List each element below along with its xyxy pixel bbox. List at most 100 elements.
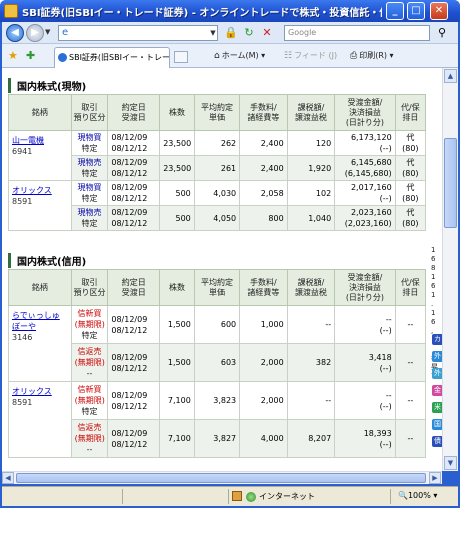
column-header: 受渡金額/決済損益 (日計り分): [334, 94, 396, 131]
stock-name-cell: オリックス 8591: [8, 381, 72, 458]
fee-cell: 2,400: [239, 130, 288, 156]
quantity-cell: 7,100: [159, 419, 195, 458]
status-bar: インターネット 🔍100% ▾: [2, 486, 458, 506]
column-header: 平均約定 単価: [193, 94, 241, 131]
page-icon: e: [62, 27, 69, 38]
refresh-icon[interactable]: ↻: [242, 26, 256, 40]
fee-cell: 4,000: [239, 419, 288, 458]
horizontal-scroll-thumb[interactable]: [16, 473, 426, 483]
trade-type: 現物買: [77, 183, 102, 192]
trade-type-cell: 現物売 特定: [70, 205, 109, 231]
side-button-3[interactable]: 外: [432, 368, 442, 379]
column-header: 銘柄: [8, 94, 72, 131]
stock-link[interactable]: オリックス: [12, 387, 52, 396]
column-header: 銘柄: [8, 269, 72, 306]
scroll-up-icon[interactable]: ▲: [444, 69, 457, 83]
tax-cell: 1,920: [286, 155, 336, 181]
custody-type: 特定: [81, 407, 98, 416]
side-button-4[interactable]: 金: [432, 385, 442, 396]
shinyou-section-title: 国内株式(信用): [8, 253, 86, 268]
side-button-2[interactable]: 外: [432, 351, 442, 362]
trade-type: 信返売: [77, 423, 102, 432]
print-icon: ⎙: [350, 51, 358, 61]
side-button-1[interactable]: カ: [432, 334, 442, 345]
deadline-cell: --: [394, 419, 427, 458]
stock-name-cell: らでぃっしゅぼーや 3146: [8, 305, 72, 382]
stock-code: 3146: [12, 333, 33, 342]
dates-cell: 08/12/09 08/12/12: [107, 155, 161, 181]
table-row: 信返売 (無期限) -- 08/12/09 08/12/12 7,100 3,827 4,00…: [9, 419, 427, 458]
lock-icon[interactable]: 🔒: [224, 26, 238, 40]
trade-type: 信新買: [77, 385, 102, 394]
scroll-right-icon[interactable]: ▶: [429, 472, 441, 484]
trade-type-cell: 信返売 (無期限) --: [70, 419, 109, 458]
search-icon[interactable]: ⚲: [434, 25, 450, 41]
fee-cell: 2,058: [239, 180, 288, 206]
stock-link[interactable]: 山一電機: [12, 136, 44, 145]
custody-type: 特定: [81, 194, 98, 203]
trade-type: 信返売: [77, 347, 102, 356]
address-toolbar: ◀ ▶ ▼ e ▼ 🔒 ↻ ✕ Google ⚲: [2, 22, 458, 44]
close-button[interactable]: ✕: [430, 2, 448, 20]
fee-cell: 2,000: [239, 381, 288, 420]
dates-cell: 08/12/09 08/12/12: [107, 381, 161, 420]
scroll-left-icon[interactable]: ◀: [2, 472, 14, 484]
amount-cell: 3,418 (--): [334, 343, 396, 382]
price-cell: 600: [193, 305, 241, 344]
favorites-star-icon[interactable]: ★: [8, 49, 18, 62]
vertical-scroll-thumb[interactable]: [444, 138, 457, 228]
history-dropdown-icon[interactable]: ▼: [45, 28, 50, 36]
dates-cell: 08/12/09 08/12/12: [107, 130, 161, 156]
table-row: 山一電機 6941 現物買 特定 08/12/09 08/12/12 23,500 262 2,…: [8, 130, 427, 181]
amount-cell: 6,173,120 (--): [334, 130, 396, 156]
minimize-button[interactable]: _: [386, 2, 404, 20]
price-cell: 603: [193, 343, 241, 382]
print-button[interactable]: ⎙ 印刷(R) ▾: [350, 50, 394, 61]
deadline-cell: 代 (80): [394, 155, 427, 181]
side-button-5[interactable]: 米: [432, 402, 442, 413]
tax-cell: 1,040: [286, 205, 336, 231]
stock-link[interactable]: らでぃっしゅぼーや: [12, 311, 60, 331]
address-dropdown-icon[interactable]: ▼: [207, 25, 219, 41]
column-header: 約定日 受渡日: [107, 94, 161, 131]
stock-code: 8591: [12, 398, 33, 407]
column-header: 受渡金額/決済損益 (日計り分): [334, 269, 396, 306]
add-favorite-icon[interactable]: ✚: [26, 49, 35, 62]
side-button-6[interactable]: 国: [432, 419, 442, 430]
trade-type: 現物買: [77, 133, 102, 142]
side-button-7[interactable]: 債: [432, 436, 442, 447]
vertical-scrollbar[interactable]: ▲ ▼: [442, 68, 458, 471]
column-header: 取引 預り区分: [70, 269, 109, 306]
back-arrow-icon[interactable]: ◀: [6, 24, 24, 42]
scroll-down-icon[interactable]: ▼: [444, 456, 457, 470]
search-input[interactable]: Google: [284, 25, 430, 41]
tab-sbi[interactable]: SBI証券(旧SBIイー・トレー...: [54, 47, 170, 68]
feed-button[interactable]: ☷ フィード (J): [284, 50, 337, 61]
tab-toolbar: ★ ✚ SBI証券(旧SBIイー・トレー... ⌂ ホーム(M) ▾ ☷ フィード …: [2, 44, 458, 68]
custody-type: (無期限): [74, 320, 105, 329]
dates-cell: 08/12/09 08/12/12: [107, 180, 161, 206]
quantity-cell: 23,500: [159, 130, 195, 156]
zoom-level[interactable]: 🔍100% ▾: [398, 491, 437, 500]
fee-cell: 2,400: [239, 155, 288, 181]
horizontal-scrollbar[interactable]: ◀ ▶: [2, 471, 442, 484]
address-input[interactable]: e: [58, 25, 218, 41]
deadline-cell: --: [394, 305, 427, 344]
new-tab-button[interactable]: [174, 51, 188, 63]
price-cell: 3,823: [193, 381, 241, 420]
tab-favicon-icon: [58, 53, 67, 62]
quantity-cell: 1,500: [159, 305, 195, 344]
custody-type: --: [86, 445, 93, 454]
home-button[interactable]: ⌂ ホーム(M) ▾: [214, 50, 265, 61]
stop-icon[interactable]: ✕: [260, 26, 274, 40]
dates-cell: 08/12/09 08/12/12: [107, 305, 161, 344]
dates-cell: 08/12/09 08/12/12: [107, 419, 161, 458]
maximize-button[interactable]: □: [407, 2, 425, 20]
stock-link[interactable]: オリックス: [12, 186, 52, 195]
tax-cell: 120: [286, 130, 336, 156]
table-row: らでぃっしゅぼーや 3146 信新買 (無期限) 特定 08/12/09 08/12/12 1…: [8, 305, 427, 382]
forward-arrow-icon[interactable]: ▶: [26, 24, 44, 42]
fee-cell: 1,000: [239, 305, 288, 344]
price-cell: 4,030: [193, 180, 241, 206]
price-cell: 262: [193, 130, 241, 156]
